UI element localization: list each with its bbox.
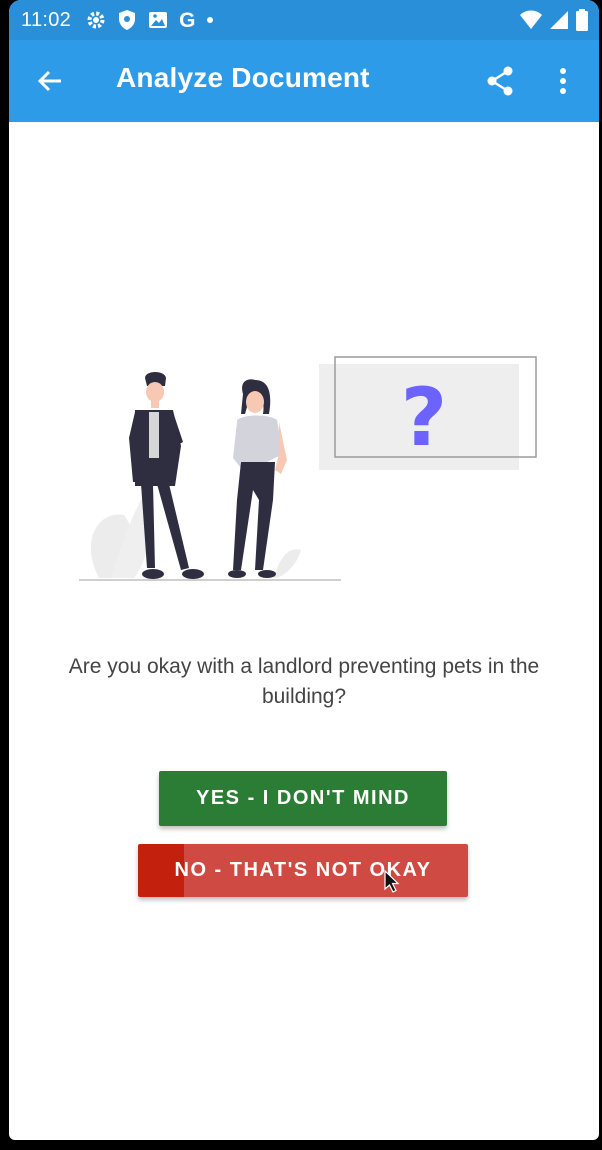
signal-icon xyxy=(550,11,568,29)
dot-icon xyxy=(207,17,214,23)
google-icon: G xyxy=(179,8,196,32)
settings-icon xyxy=(87,11,105,29)
status-bar: 11:02 G xyxy=(9,0,599,40)
system-icons xyxy=(519,9,589,31)
phone-screen: 11:02 G Analyze Document ? Are you okay … xyxy=(9,0,599,1140)
arrow-back-icon[interactable] xyxy=(35,66,65,96)
share-icon[interactable] xyxy=(483,64,517,98)
more-vert-icon[interactable] xyxy=(551,64,575,98)
wifi-icon xyxy=(520,10,542,29)
no-button[interactable]: NO - THAT'S NOT OKAY xyxy=(138,844,468,897)
people-question-illustration: ? xyxy=(79,356,537,581)
question-text: Are you okay with a landlord preventing … xyxy=(68,655,540,708)
question-mark-icon: ? xyxy=(401,371,447,464)
notification-icons: G xyxy=(85,9,215,31)
mouse-cursor-icon xyxy=(384,870,400,893)
shield-icon xyxy=(119,10,136,30)
photo-icon xyxy=(149,12,168,28)
yes-button[interactable]: YES - I DON'T MIND xyxy=(159,771,447,826)
page-title: Analyze Document xyxy=(116,62,370,93)
status-time: 11:02 xyxy=(21,8,72,31)
battery-icon xyxy=(576,9,588,31)
app-bar: Analyze Document xyxy=(9,40,599,122)
